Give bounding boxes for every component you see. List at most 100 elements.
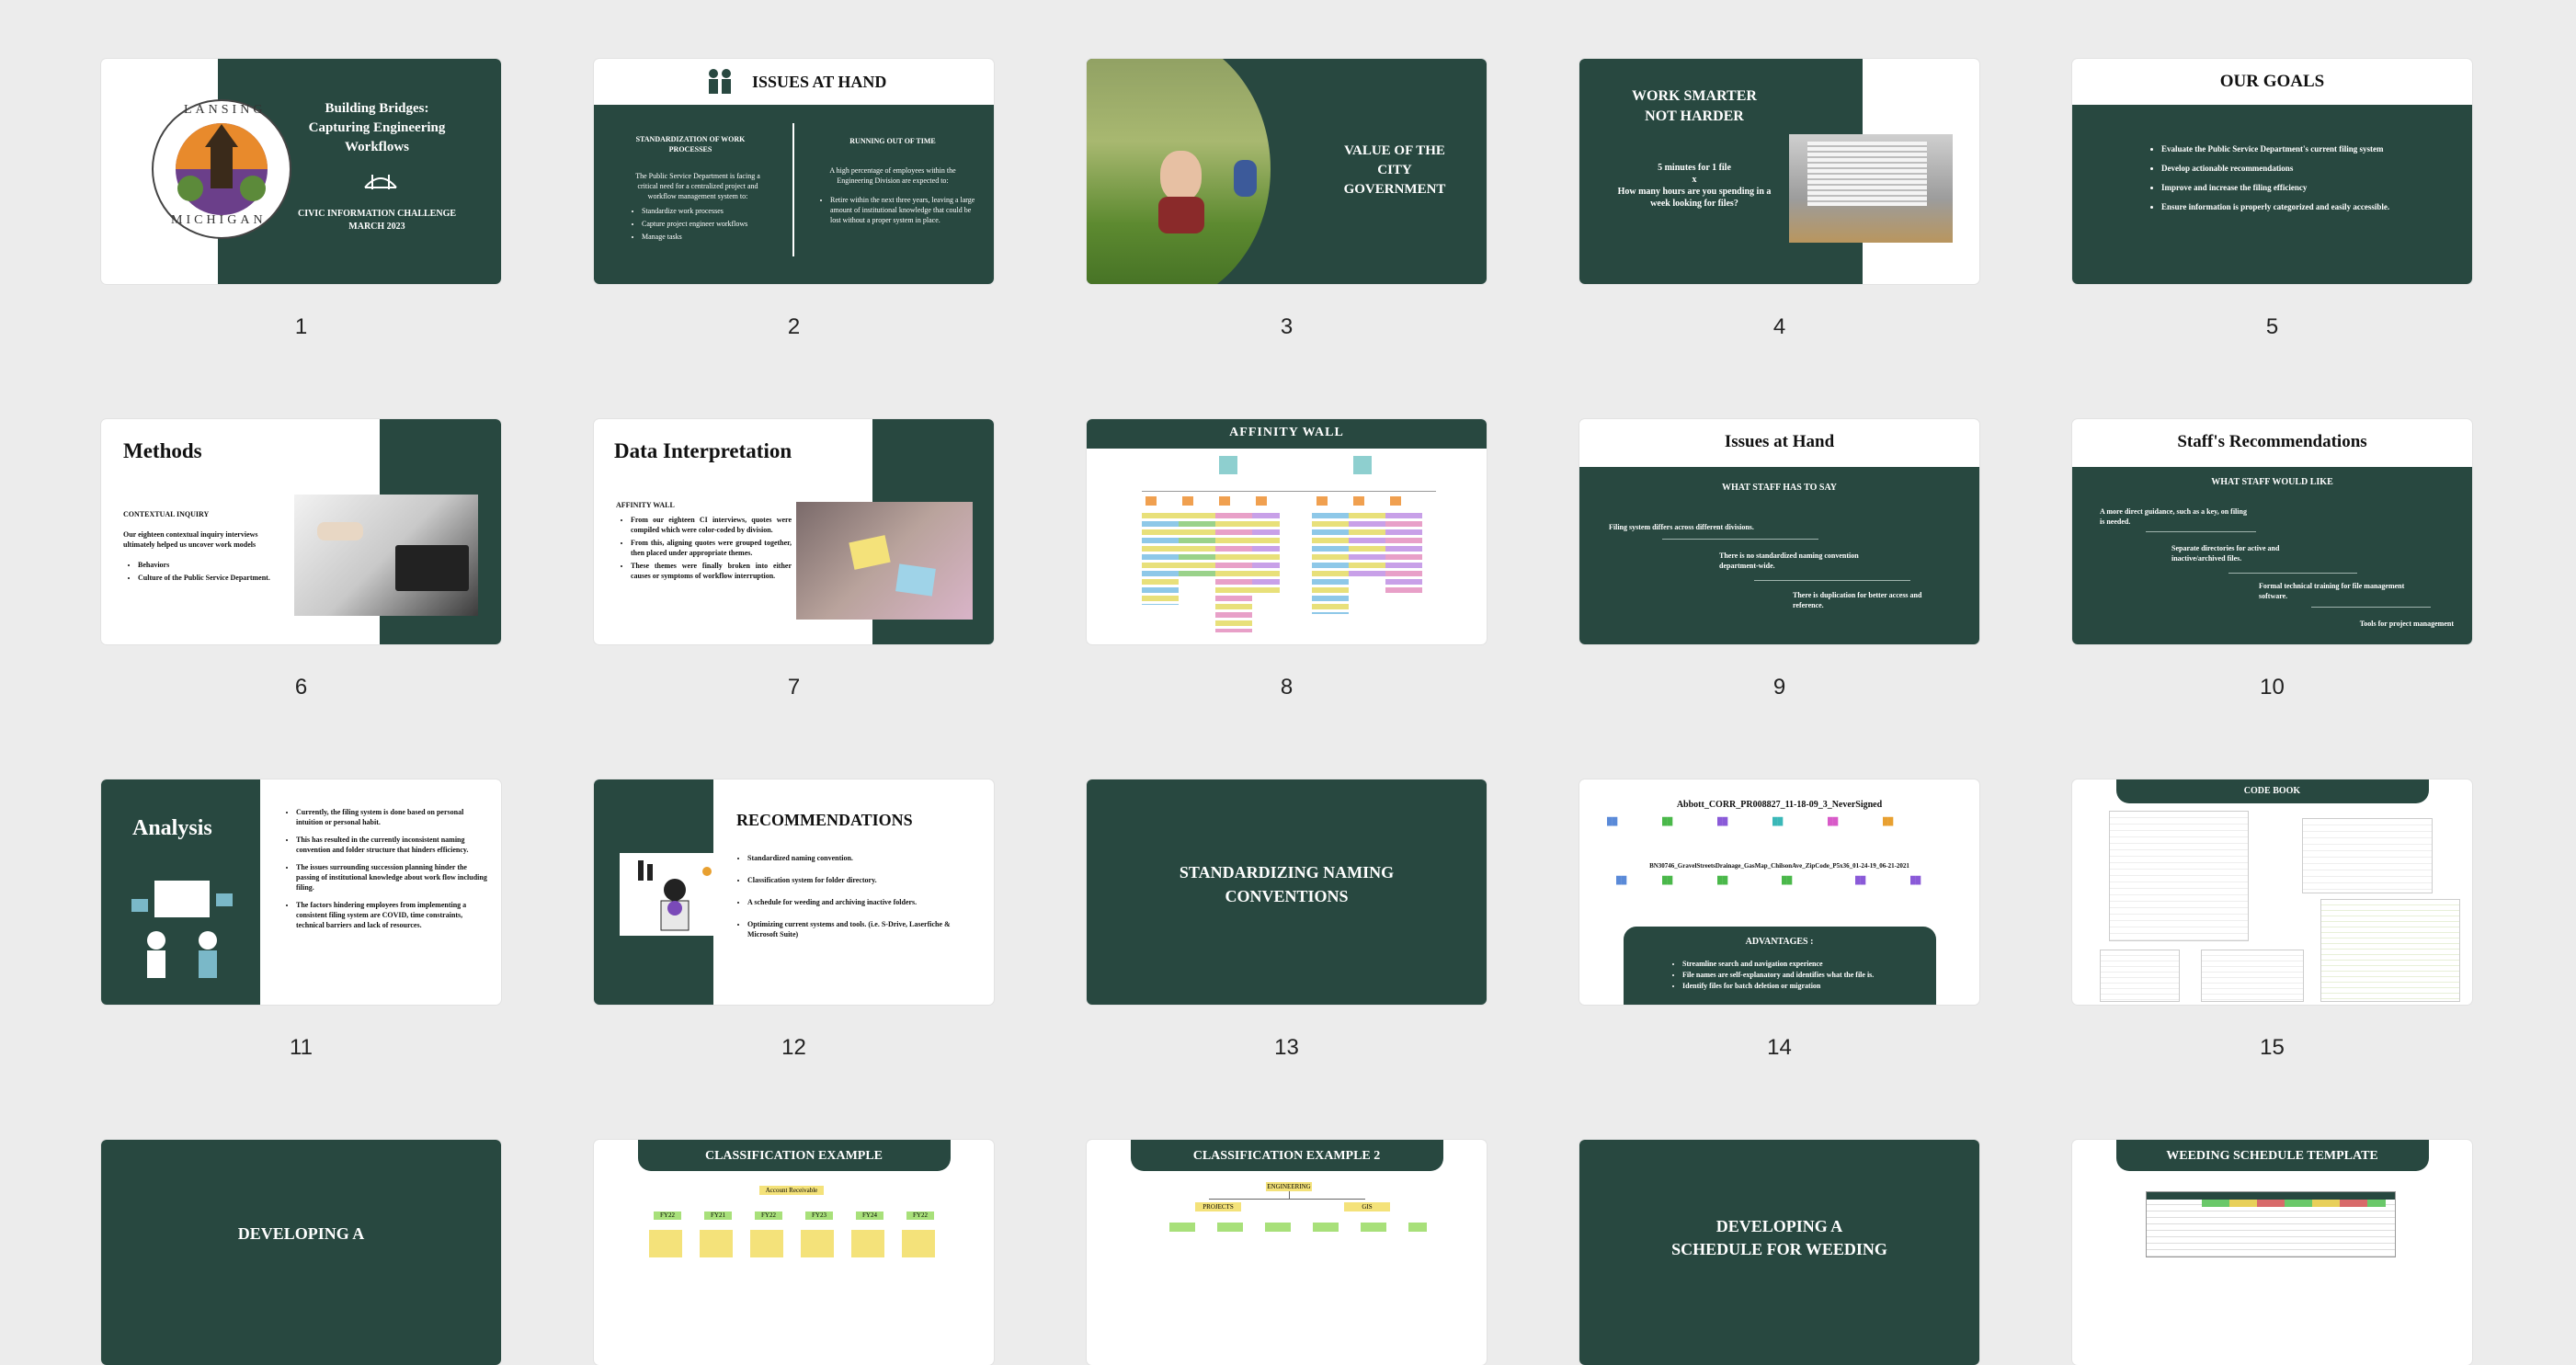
- slide-13-canvas: STANDARDIZING NAMING CONVENTIONS: [1087, 779, 1487, 1005]
- weeding-schedule-table: [2146, 1191, 2396, 1257]
- slide-19-title: DEVELOPING A SCHEDULE FOR WEEDING: [1671, 1217, 1887, 1258]
- slide-10-item-3: Formal technical training for file manag…: [2259, 582, 2405, 600]
- slide-1-subtitle: CIVIC INFORMATION CHALLENGE MARCH 2023: [297, 209, 457, 232]
- slide-4-canvas: WORK SMARTER NOT HARDER 5 minutes for 1 …: [1579, 59, 1979, 284]
- seal-top-text: LANSING: [184, 103, 267, 117]
- slide-9-item-2: There is no standardized naming conventi…: [1719, 552, 1859, 570]
- filename-1-legend: ██ ██ ██ ██ ██ ██: [1607, 817, 1894, 825]
- slide-11-title: Analysis: [132, 816, 212, 840]
- slide-number: 3: [1280, 314, 1294, 339]
- slide-6-canvas: Methods CONTEXTUAL INQUIRY Our eighteen …: [101, 419, 501, 644]
- slide-2-right-bullets: Retire within the next three years, leav…: [819, 195, 982, 228]
- slide-17-title: CLASSIFICATION EXAMPLE: [704, 1149, 883, 1163]
- slide-4-line1: 5 minutes for 1 file: [1658, 163, 1731, 173]
- slide-4-line2: x: [1692, 175, 1697, 185]
- slide-6-title: Methods: [123, 439, 202, 462]
- slide-20-title: WEEDING SCHEDULE TEMPLATE: [2166, 1149, 2378, 1163]
- slide-number: 12: [781, 1035, 806, 1060]
- classification-box: FY24: [856, 1211, 883, 1220]
- slide-number: 14: [1767, 1035, 1792, 1060]
- slide-2-left-heading: STANDARDIZATION OF WORK PROCESSES: [635, 135, 746, 154]
- classification-box: FY21: [704, 1211, 732, 1220]
- slide-18-canvas: CLASSIFICATION EXAMPLE 2 ENGINEERING PRO…: [1087, 1140, 1487, 1365]
- slide-7-canvas: Data Interpretation AFFINITY WALL From o…: [594, 419, 994, 644]
- slide-number: 9: [1772, 675, 1786, 700]
- slide-2-right-body: A high percentage of employees within th…: [829, 166, 956, 185]
- seal-bottom-text: MICHIGAN: [171, 213, 267, 227]
- classification-box: FY23: [805, 1211, 833, 1220]
- slide-5-bullets: Evaluate the Public Service Department's…: [2150, 143, 2446, 215]
- slide-8-title: AFFINITY WALL: [1229, 426, 1344, 439]
- classification-box: PROJECTS: [1195, 1202, 1241, 1211]
- slide-17-canvas: CLASSIFICATION EXAMPLE Account Receivabl…: [594, 1140, 994, 1365]
- slide-1-canvas: LANSING MICHIGAN Building Bridges: Captu…: [101, 59, 501, 284]
- slide-10-heading: WHAT STAFF WOULD LIKE: [2211, 477, 2333, 487]
- slide-1-title: Building Bridges: Capturing Engineering …: [308, 101, 446, 154]
- slide-2-left-bullets: Standardize work processes Capture proje…: [631, 206, 780, 245]
- slide-15-canvas: CODE BOOK: [2072, 779, 2472, 1005]
- code-book-table: [2109, 811, 2249, 941]
- slide-2-right-heading: RUNNING OUT OF TIME: [849, 137, 936, 145]
- slide-10-title: Staff's Recommendations: [2177, 432, 2367, 451]
- slide-6-body: Our eighteen contextual inquiry intervie…: [123, 530, 258, 549]
- classification-box: FY22: [906, 1211, 934, 1220]
- classification-box: FY22: [654, 1211, 681, 1220]
- slide-14-bullets: Streamline search and navigation experie…: [1671, 959, 1931, 994]
- slide-14-filename-2: BN30746_GravelStreetsDrainage_GasMap_Chi…: [1649, 862, 1909, 870]
- slide-number: 2: [787, 314, 801, 339]
- slide-9-item-1: Filing system differs across different d…: [1609, 523, 1754, 531]
- slide-4-title: WORK SMARTER NOT HARDER: [1632, 88, 1757, 124]
- slide-5-title: OUR GOALS: [2219, 72, 2325, 91]
- slide-20-canvas: WEEDING SCHEDULE TEMPLATE: [2072, 1140, 2472, 1365]
- slide-13-title: STANDARDIZING NAMING CONVENTIONS: [1179, 863, 1395, 905]
- slide-9-canvas: Issues at Hand WHAT STAFF HAS TO SAY Fil…: [1579, 419, 1979, 644]
- classification-top-box: ENGINEERING: [1266, 1182, 1312, 1191]
- slide-14-heading: ADVANTAGES :: [1745, 937, 1814, 947]
- slide-9-heading: WHAT STAFF HAS TO SAY: [1721, 483, 1838, 493]
- code-book-table: [2302, 818, 2433, 893]
- slide-5-canvas: OUR GOALS Evaluate the Public Service De…: [2072, 59, 2472, 284]
- slide-8-canvas: AFFINITY WALL: [1087, 419, 1487, 644]
- slide-10-item-1: A more direct guidance, such as a key, o…: [2100, 507, 2247, 526]
- slide-9-title: Issues at Hand: [1724, 432, 1835, 451]
- slide-number: 4: [1772, 314, 1786, 339]
- slide-12-title: RECOMMENDATIONS: [736, 811, 913, 829]
- slide-2-left-body: The Public Service Department is facing …: [635, 172, 760, 200]
- slide-7-bullets: From our eighteen CI interviews, quotes …: [620, 515, 792, 584]
- slide-10-item-2: Separate directories for active and inac…: [2171, 544, 2280, 563]
- slide-18-title: CLASSIFICATION EXAMPLE 2: [1192, 1149, 1381, 1163]
- office-photo: [294, 495, 478, 616]
- slide-16-canvas: DEVELOPING A: [101, 1140, 501, 1365]
- slide-number: 1: [294, 314, 308, 339]
- slide-19-canvas: DEVELOPING A SCHEDULE FOR WEEDING: [1579, 1140, 1979, 1365]
- slide-number: 5: [2265, 314, 2279, 339]
- slide-12-bullets: Standardized naming convention. Classifi…: [736, 853, 954, 942]
- slide-15-title: CODE BOOK: [2243, 786, 2301, 796]
- affinity-wall-diagram: [1123, 456, 1454, 640]
- slide-4-line3: How many hours are you spending in a wee…: [1617, 187, 1772, 209]
- slide-number: 10: [2260, 675, 2285, 700]
- bridge-icon: [363, 169, 398, 198]
- slide-number: 11: [290, 1035, 313, 1060]
- slide-7-title: Data Interpretation: [614, 439, 792, 462]
- code-book-table: [2100, 950, 2180, 1002]
- slide-16-title: DEVELOPING A: [237, 1224, 365, 1243]
- code-book-table: [2201, 950, 2304, 1002]
- slide-11-bullets: Currently, the filing system is done bas…: [285, 807, 489, 933]
- slide-12-canvas: RECOMMENDATIONS Standardized naming conv…: [594, 779, 994, 1005]
- slide-11-canvas: Analysis Currently, the filing system is…: [101, 779, 501, 1005]
- slide-number: 13: [1274, 1035, 1299, 1060]
- people-icon: [704, 66, 735, 102]
- slide-3-canvas: VALUE OF THE CITY GOVERNMENT: [1087, 59, 1487, 284]
- filename-2-legend: ██ ██ ██ ██ ██ ██: [1616, 876, 1921, 884]
- file-stack-photo: [1789, 134, 1953, 243]
- slide-number: 15: [2260, 1035, 2285, 1060]
- code-book-table: [2320, 899, 2460, 1002]
- slide-9-item-3: There is duplication for better access a…: [1793, 591, 1922, 609]
- slide-2-title: ISSUES AT HAND: [752, 73, 887, 91]
- analysis-illustration: [127, 871, 237, 986]
- slide-6-heading: CONTEXTUAL INQUIRY: [123, 510, 210, 518]
- slide-14-filename-1: Abbott_CORR_PR008827_11-18-09_3_NeverSig…: [1676, 800, 1883, 810]
- slide-2-canvas: ISSUES AT HAND STANDARDIZATION OF WORK P…: [594, 59, 994, 284]
- slide-10-canvas: Staff's Recommendations WHAT STAFF WOULD…: [2072, 419, 2472, 644]
